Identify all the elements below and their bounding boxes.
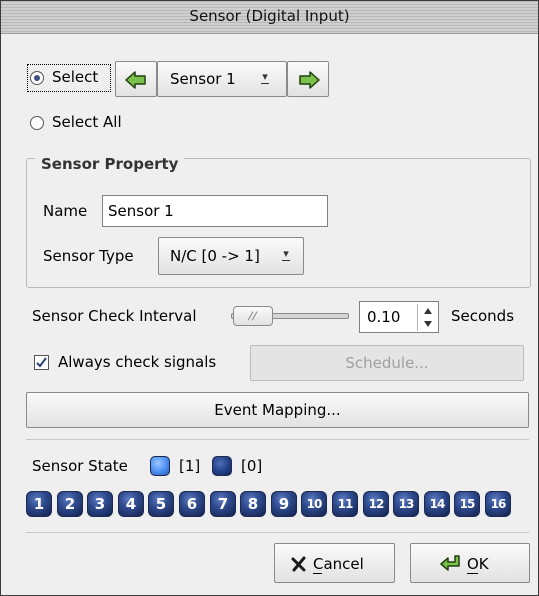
name-label: Name [43,202,88,220]
schedule-button-label: Schedule... [345,354,429,372]
combo-arrows-icon: ▾ [282,247,290,261]
sensor-led-7: 7 [210,491,236,517]
state-off-indicator [212,456,232,476]
schedule-button[interactable]: Schedule... [250,345,524,381]
sensor-led-10: 10 [301,491,327,517]
next-sensor-button[interactable] [287,61,329,97]
title-bar[interactable]: Sensor (Digital Input) [1,1,538,34]
select-all-radio[interactable] [30,116,44,130]
sensor-led-6: 6 [179,491,205,517]
separator [26,439,529,440]
sensor-led-15: 15 [454,491,480,517]
select-radio-label: Select [52,68,99,86]
sensor-type-label: Sensor Type [43,247,134,265]
always-check-option[interactable]: Always check signals [34,351,244,375]
select-radio-option[interactable]: Select [27,64,111,92]
combo-arrows-icon: ▾ [261,70,269,84]
select-all-label: Select All [52,113,122,131]
name-field-value: Sensor 1 [108,202,174,220]
sensor-led-3: 3 [87,491,113,517]
close-icon [291,556,306,572]
interval-spinbox[interactable]: 0.10 [359,301,439,333]
sensor-combo[interactable]: Sensor 1 ▾ [157,61,287,97]
sensor-led-14: 14 [424,491,450,517]
checkmark-icon [36,357,47,368]
sensor-led-row: 1 2 3 4 5 6 7 8 9 10 11 12 13 14 15 16 [26,491,528,519]
state-on-label: [1] [179,457,201,475]
mnemonic-underline [313,573,322,574]
event-mapping-label: Event Mapping... [214,401,341,419]
enter-arrow-icon [440,555,460,571]
arrow-left-icon [125,71,146,89]
previous-sensor-button[interactable] [115,61,157,97]
sensor-led-1: 1 [26,491,52,517]
name-field[interactable]: Sensor 1 [102,195,328,227]
sensor-led-12: 12 [363,491,389,517]
interval-slider[interactable] [231,304,349,328]
grip-icon [247,311,258,321]
sensor-led-11: 11 [332,491,358,517]
always-check-label: Always check signals [58,353,217,371]
dialog-window: Sensor (Digital Input) Select Sensor 1 ▾… [0,0,539,596]
sensor-led-5: 5 [148,491,174,517]
spin-down-button[interactable] [417,317,438,331]
sensor-state-label: Sensor State [32,457,128,475]
chevron-down-icon [424,321,432,327]
select-all-radio-option[interactable]: Select All [28,111,148,135]
interval-unit-label: Seconds [451,307,515,325]
spin-up-button[interactable] [417,304,438,317]
sensor-type-value: N/C [0 -> 1] [170,247,260,265]
chevron-up-icon [424,308,432,314]
sensor-led-2: 2 [57,491,83,517]
slider-handle[interactable] [233,306,273,326]
select-radio[interactable] [30,71,44,85]
mnemonic-underline [467,573,478,574]
ok-button[interactable]: OK [410,543,530,583]
arrow-right-icon [299,71,320,89]
window-title: Sensor (Digital Input) [189,7,350,25]
sensor-led-4: 4 [118,491,144,517]
event-mapping-button[interactable]: Event Mapping... [26,392,529,428]
always-check-checkbox[interactable] [34,355,49,370]
cancel-button-label: Cancel [313,555,364,573]
sensor-led-16: 16 [485,491,511,517]
sensor-property-legend: Sensor Property [35,155,185,173]
cancel-button[interactable]: Cancel [274,543,395,583]
interval-value: 0.10 [367,308,401,326]
sensor-led-13: 13 [393,491,419,517]
check-interval-label: Sensor Check Interval [32,307,197,325]
state-on-indicator [150,456,170,476]
separator [26,532,529,533]
sensor-type-combo[interactable]: N/C [0 -> 1] ▾ [158,237,304,275]
sensor-combo-value: Sensor 1 [170,70,236,88]
sensor-led-9: 9 [271,491,297,517]
ok-button-label: OK [467,555,489,573]
state-off-label: [0] [241,457,263,475]
sensor-led-8: 8 [240,491,266,517]
